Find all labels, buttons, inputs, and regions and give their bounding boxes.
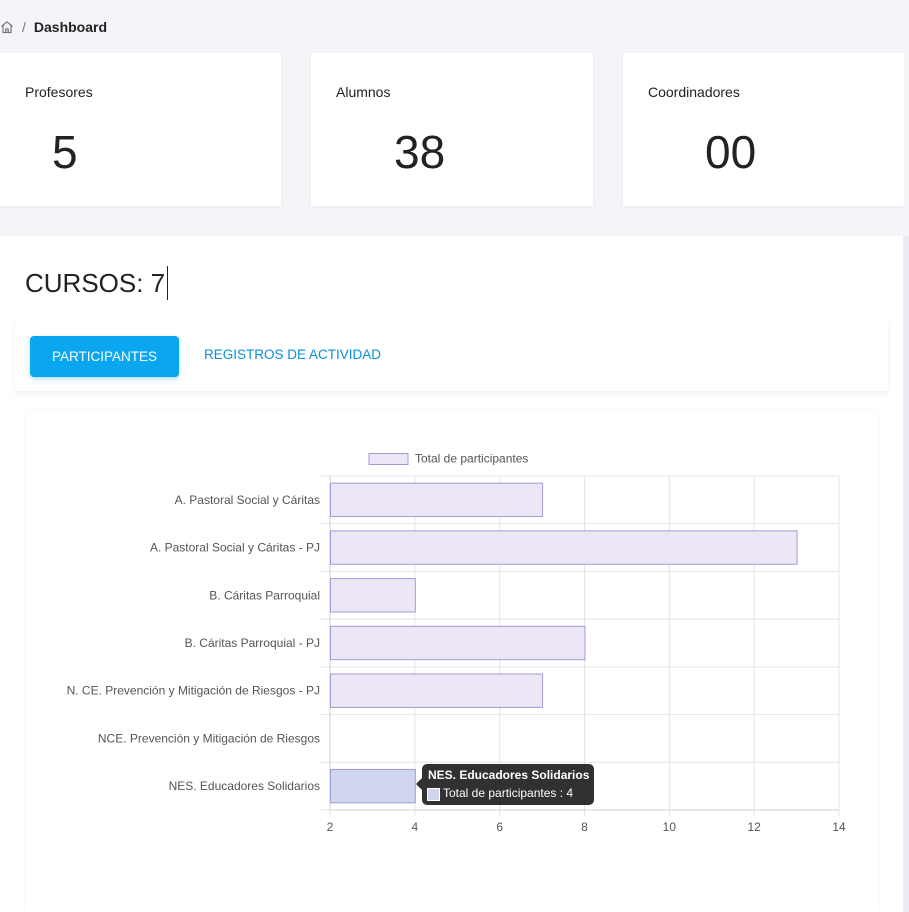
stat-card-alumnos: Alumnos 38: [311, 53, 593, 206]
tab-participantes[interactable]: PARTICIPANTES: [30, 336, 179, 377]
home-icon[interactable]: [0, 20, 14, 34]
stat-label: Alumnos: [336, 84, 391, 100]
scrollbar-track[interactable]: [903, 236, 909, 912]
stat-label: Profesores: [25, 84, 93, 100]
tab-registros-de-actividad[interactable]: REGISTROS DE ACTIVIDAD: [204, 347, 381, 362]
x-tick-label: 12: [747, 820, 761, 834]
text-cursor: [167, 266, 169, 301]
bar: [330, 625, 586, 661]
stat-value: 38: [394, 126, 446, 178]
tooltip-title: NES. Educadores Solidarios: [428, 768, 590, 782]
bar: [330, 578, 416, 613]
y-tick-label: NCE. Prevención y Mitigación de Riesgos: [98, 731, 320, 745]
courses-title: CURSOS: 7: [25, 266, 169, 301]
tooltip-body: Total de participantes : 4: [443, 786, 574, 800]
y-tick-label: B. Cáritas Parroquial - PJ: [185, 636, 320, 650]
x-tick-label: 8: [581, 820, 588, 834]
stat-value: 00: [705, 126, 757, 178]
stat-card-profesores: Profesores 5: [0, 53, 281, 206]
x-tick-label: 6: [496, 820, 503, 834]
breadcrumb-current: Dashboard: [33, 19, 108, 35]
bar: [330, 530, 798, 565]
tabs-bar: PARTICIPANTES REGISTROS DE ACTIVIDAD: [15, 321, 888, 391]
bar: [330, 768, 416, 804]
x-tick-label: 10: [663, 820, 677, 834]
courses-panel: CURSOS: 7 PARTICIPANTES REGISTROS DE ACT…: [0, 236, 903, 912]
y-tick-label: A. Pastoral Social y Cáritas - PJ: [150, 541, 320, 555]
legend-swatch: [368, 453, 409, 465]
breadcrumb-separator: /: [22, 19, 26, 35]
bar: [330, 673, 544, 708]
y-tick-label: N. CE. Prevención y Mitigación de Riesgo…: [67, 684, 320, 698]
x-tick-label: 14: [832, 820, 846, 834]
stat-card-coordinadores: Coordinadores 00: [623, 53, 904, 206]
bar: [330, 482, 544, 518]
tooltip-swatch: [427, 788, 440, 801]
participants-chart: Total de participantes 2 4 6 8 10 12 14 A. Pasto…: [67, 452, 846, 835]
stat-label: Coordinadores: [648, 84, 740, 100]
stat-value: 5: [52, 126, 78, 178]
x-tick-label: 4: [411, 820, 418, 834]
breadcrumb: / Dashboard: [0, 17, 107, 37]
chart-tooltip: NES. Educadores Solidarios Total de part…: [416, 764, 594, 805]
y-tick-label: NES. Educadores Solidarios: [169, 779, 320, 793]
y-tick-label: B. Cáritas Parroquial: [209, 588, 320, 602]
x-tick-label: 2: [327, 820, 334, 834]
y-tick-label: A. Pastoral Social y Cáritas: [175, 493, 320, 507]
courses-title-text: CURSOS: 7: [25, 268, 166, 298]
chart-card: Total de participantes 2 4 6 8 10 12 14 A. Pasto…: [25, 409, 879, 912]
legend-label: Total de participantes: [415, 452, 528, 466]
